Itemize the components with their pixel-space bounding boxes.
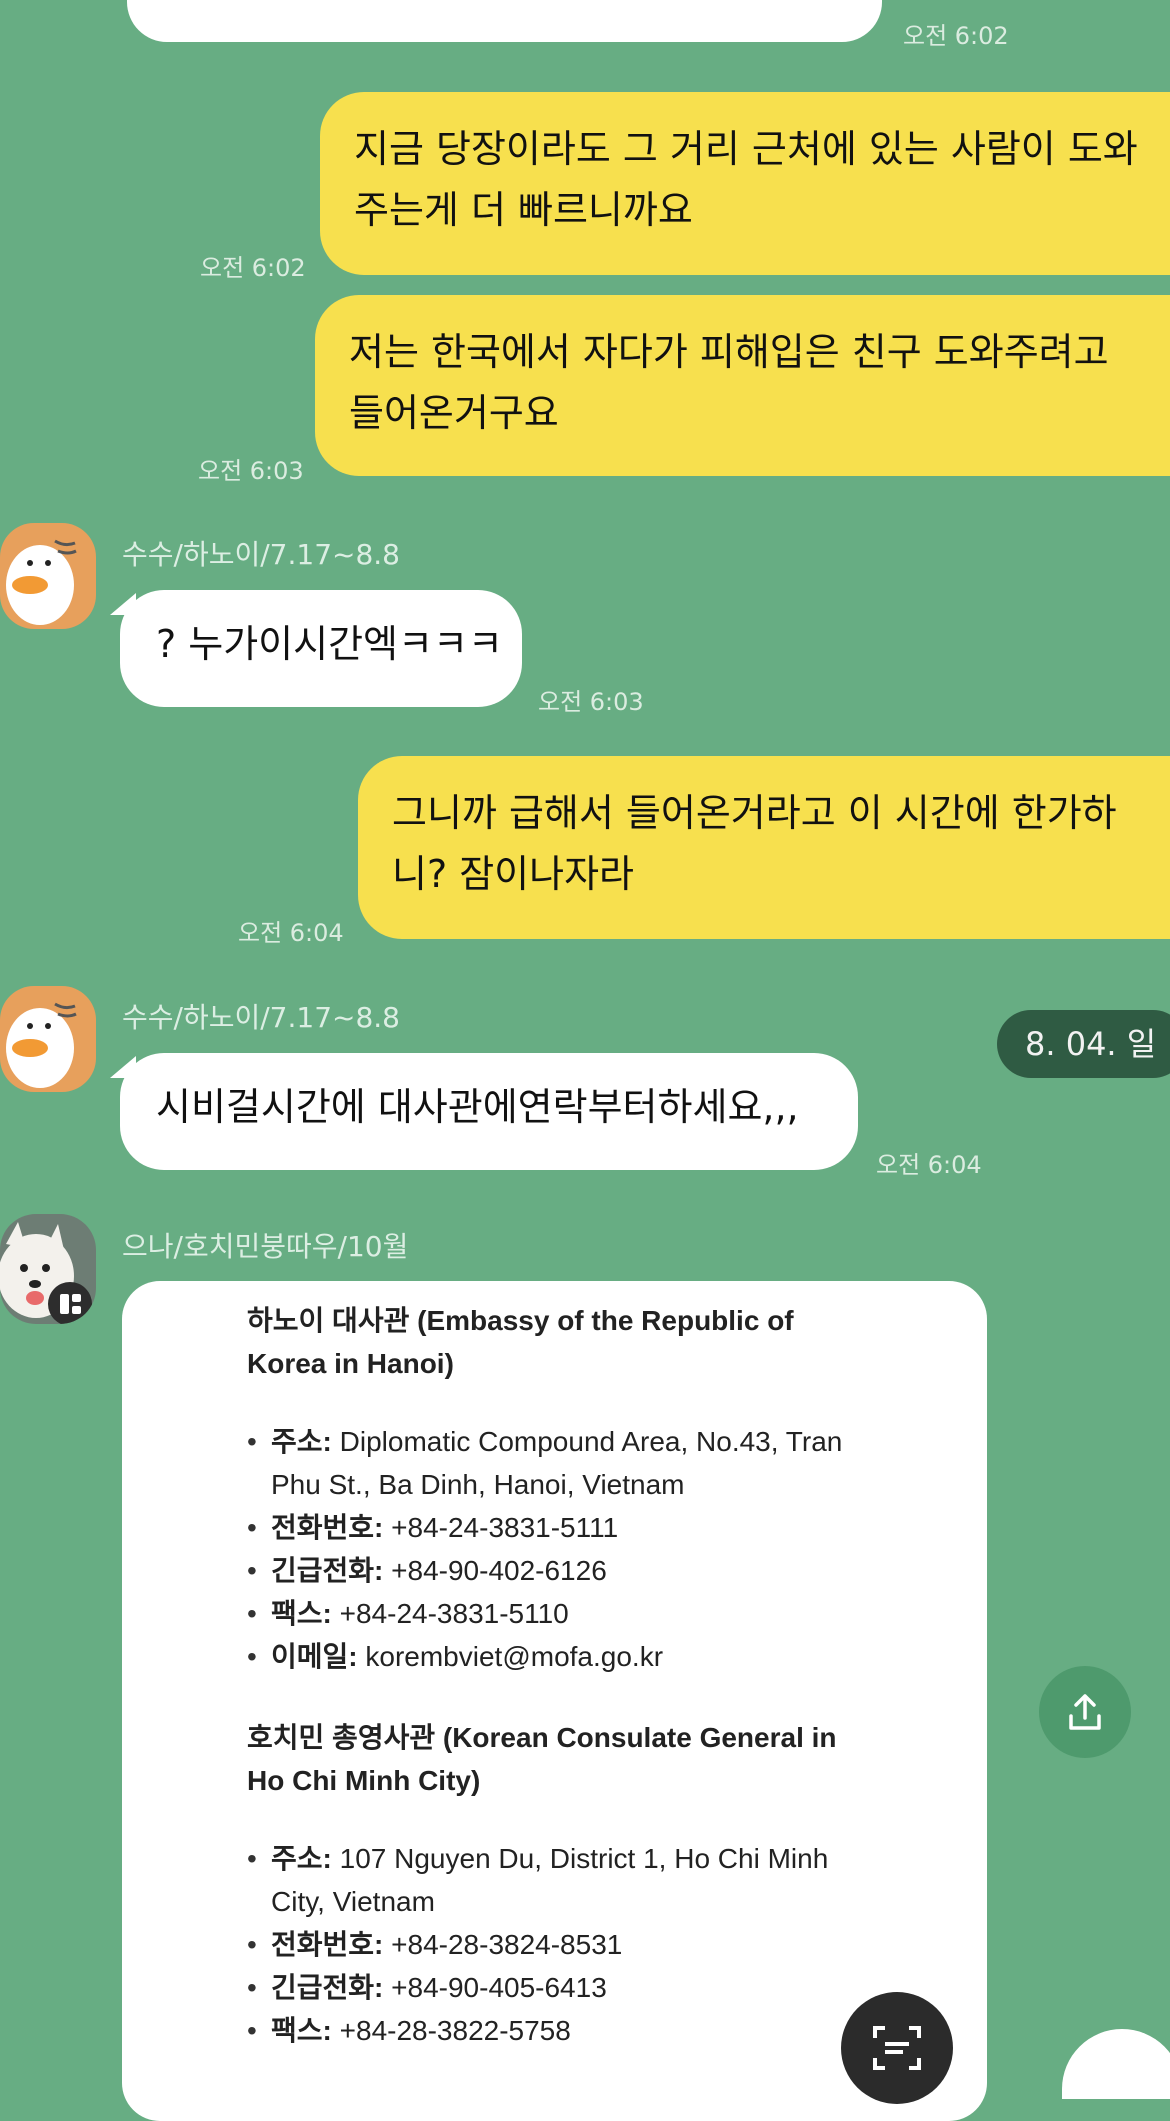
list-item-continuation: Phu St., Ba Dinh, Hanoi, Vietnam — [271, 1469, 685, 1500]
share-button[interactable] — [1039, 1666, 1131, 1758]
duck-avatar[interactable] — [0, 523, 96, 629]
message-time: 오전 6:03 — [538, 688, 644, 716]
list-item: 이메일: korembviet@mofa.go.kr — [247, 1635, 987, 1678]
my-message-bubble[interactable]: 그니까 급해서 들어온거라고 이 시간에 한가하 니? 잠이나자라 — [358, 756, 1170, 939]
section-title: Ho Chi Minh City) — [247, 1765, 481, 1796]
message-text-line: 니? 잠이나자라 — [392, 852, 635, 896]
embassy-info-card[interactable]: 하노이 대사관 (Embassy of the Republic of Kore… — [122, 1281, 987, 2121]
list-item: 전화번호: +84-24-3831-5111 — [247, 1506, 987, 1549]
message-text: 시비걸시간에 대사관에연락부터하세요,,, — [156, 1085, 799, 1129]
list-item: 주소: Diplomatic Compound Area, No.43, Tra… — [247, 1420, 987, 1463]
scan-text-icon — [873, 2026, 921, 2070]
section-title: Korea in Hanoi) — [247, 1348, 454, 1379]
floating-button[interactable] — [1062, 2029, 1170, 2099]
previous-message-bubble[interactable] — [127, 0, 882, 42]
list-item: 전화번호: +84-28-3824-8531 — [247, 1923, 987, 1966]
hanoi-info-list: 주소: Diplomatic Compound Area, No.43, Tra… — [247, 1420, 987, 1678]
my-message-bubble[interactable]: 지금 당장이라도 그 거리 근처에 있는 사람이 도와 주는게 더 빠르니까요 — [320, 92, 1170, 275]
my-message-bubble[interactable]: 저는 한국에서 자다가 피해입은 친구 도와주려고 들어온거구요 — [315, 295, 1170, 476]
sender-name: 으나/호치민붕따우/10월 — [122, 1230, 409, 1263]
section-title: 호치민 총영사관 (Korean Consulate General in — [247, 1722, 837, 1753]
sender-name: 수수/하노이/7.17~8.8 — [122, 538, 401, 571]
scan-text-button[interactable] — [841, 1992, 953, 2104]
message-time: 오전 6:04 — [876, 1151, 982, 1179]
message-text-line: 주는게 더 빠르니까요 — [354, 188, 693, 232]
list-item: 주소: 107 Nguyen Du, District 1, Ho Chi Mi… — [247, 1837, 987, 1880]
list-item: 긴급전화: +84-90-402-6126 — [247, 1549, 987, 1592]
share-icon — [1069, 1694, 1101, 1730]
dog-avatar[interactable] — [0, 1214, 96, 1324]
message-time: 오전 6:02 — [200, 254, 306, 282]
date-badge: 8. 04. 일 — [997, 1010, 1170, 1078]
duck-avatar[interactable] — [0, 986, 96, 1092]
list-item-continuation: City, Vietnam — [271, 1886, 435, 1917]
message-text-line: 그니까 급해서 들어온거라고 이 시간에 한가하 — [392, 791, 1117, 835]
list-item: 팩스: +84-24-3831-5110 — [247, 1592, 987, 1635]
message-time: 오전 6:03 — [198, 457, 304, 485]
message-time: 오전 6:02 — [903, 22, 1009, 50]
other-message-bubble[interactable]: 시비걸시간에 대사관에연락부터하세요,,, — [120, 1053, 858, 1170]
sender-name: 수수/하노이/7.17~8.8 — [122, 1001, 401, 1034]
other-message-bubble[interactable]: ? 누가이시간엑ㅋㅋㅋ — [120, 590, 522, 707]
message-text-line: 저는 한국에서 자다가 피해입은 친구 도와주려고 — [349, 330, 1109, 374]
message-text-line: 지금 당장이라도 그 거리 근처에 있는 사람이 도와 — [354, 127, 1138, 171]
message-text: ? 누가이시간엑ㅋㅋㅋ — [156, 622, 503, 666]
message-text-line: 들어온거구요 — [349, 391, 559, 435]
message-time: 오전 6:04 — [238, 919, 344, 947]
section-title: 하노이 대사관 (Embassy of the Republic of — [247, 1305, 794, 1336]
